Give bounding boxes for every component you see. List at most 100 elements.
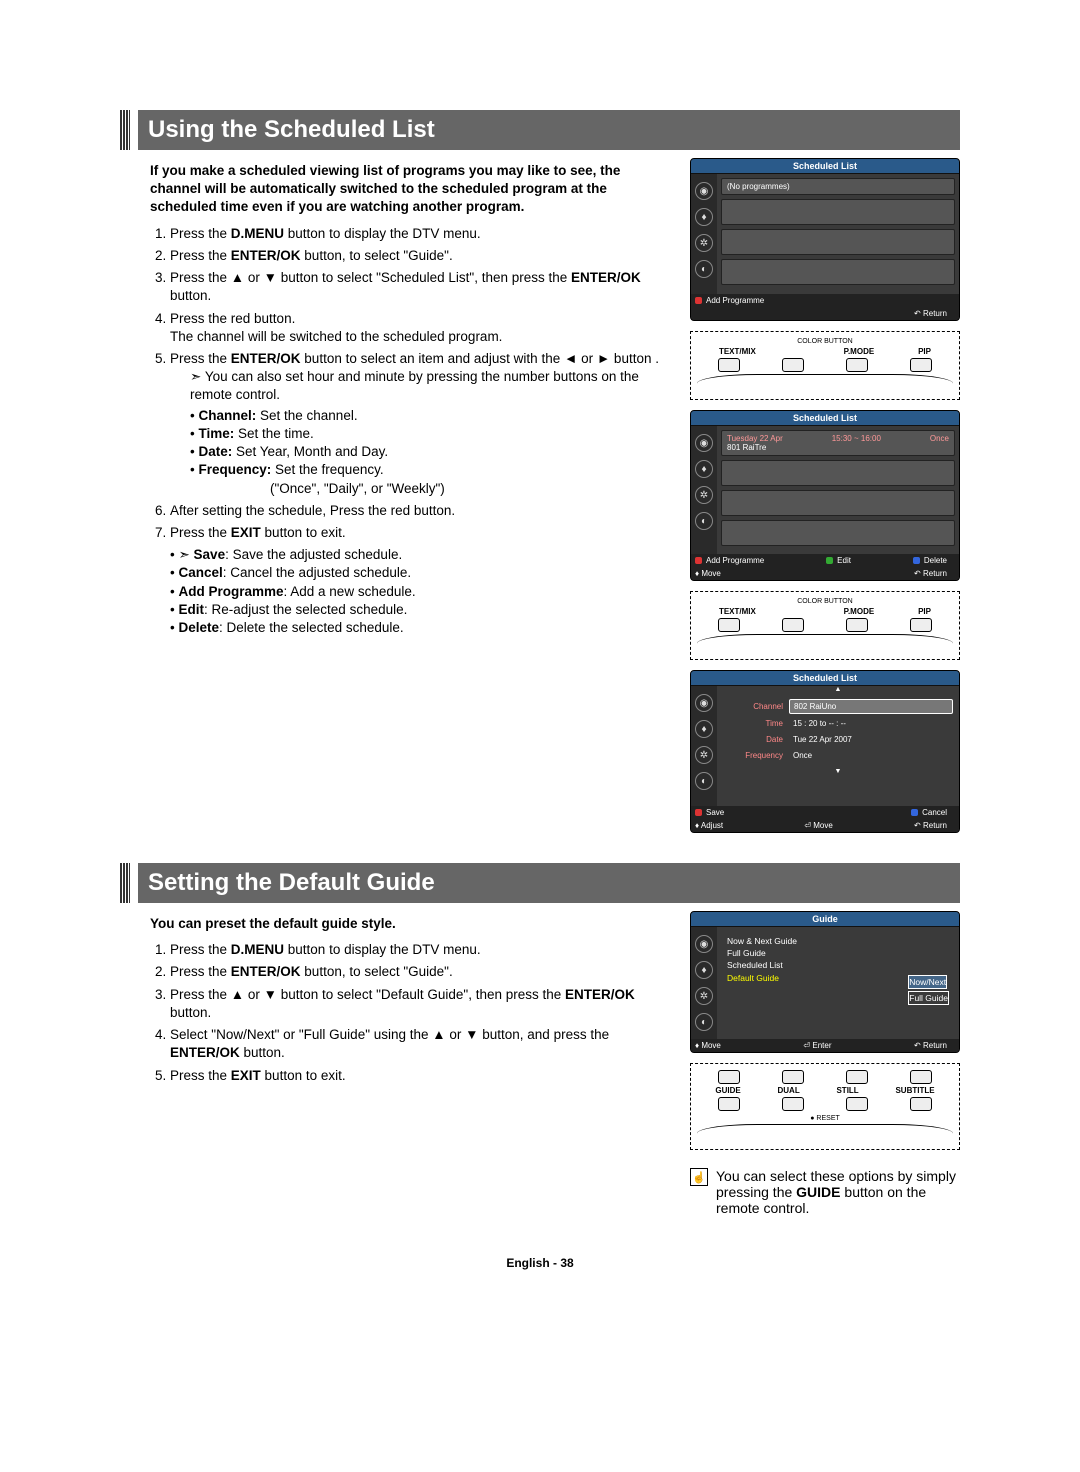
time-value: 15 : 20 to -- : -- bbox=[789, 717, 953, 730]
return-hint: ↶ Return bbox=[914, 1041, 951, 1050]
empty-row bbox=[721, 259, 955, 285]
language-icon: ◐ bbox=[695, 1013, 713, 1031]
section-title-default-guide: Setting the Default Guide bbox=[138, 863, 960, 903]
step-7: Press the EXIT button to exit. bbox=[170, 524, 670, 542]
option-edit: Edit: Re-adjust the selected schedule. bbox=[170, 601, 670, 619]
button-name: EXIT bbox=[231, 525, 261, 540]
date-label: Date bbox=[723, 735, 783, 744]
section-title-scheduled-list: Using the Scheduled List bbox=[138, 110, 960, 150]
hand-icon: ☝ bbox=[690, 1168, 708, 1186]
empty-row bbox=[721, 199, 955, 225]
section1-intro: If you make a scheduled viewing list of … bbox=[150, 162, 670, 217]
frequency-label: Frequency bbox=[723, 751, 783, 760]
osd-scheduled-list-entry: Scheduled List ◉ ♦ ✲ ◐ Tuesday 22 Apr 15… bbox=[690, 410, 960, 581]
guide-option-full-guide: Full Guide bbox=[908, 991, 949, 1005]
settings-icon: ✲ bbox=[695, 234, 713, 252]
text: The channel will be switched to the sche… bbox=[170, 329, 502, 344]
step-2: Press the ENTER/OK button, to select "Gu… bbox=[170, 247, 670, 265]
button-name: D.MENU bbox=[231, 226, 284, 241]
osd-header: Scheduled List bbox=[691, 159, 959, 174]
add-hint: Add Programme bbox=[695, 556, 768, 565]
text: Press the red button. bbox=[170, 311, 295, 326]
osd-scheduled-list-empty: Scheduled List ◉ ♦ ✲ ◐ (No programmes) bbox=[690, 158, 960, 321]
text: Press the bbox=[170, 248, 231, 263]
programme-row: Tuesday 22 Apr 15:30 ~ 16:00 Once 801 Ra… bbox=[721, 430, 955, 456]
button-name: ENTER/OK bbox=[231, 351, 301, 366]
osd-guide-menu: Guide ◉ ♦ ✲ ◐ Now & Next Guide Full Guid… bbox=[690, 911, 960, 1053]
frequency-value: Once bbox=[789, 749, 953, 762]
channel-value: 802 RaiUno bbox=[789, 699, 953, 714]
option-channel: Channel: Set the channel. bbox=[190, 407, 670, 425]
guide-icon: ◉ bbox=[695, 694, 713, 712]
return-hint: ↶ Return bbox=[914, 821, 951, 830]
date-value: Tue 22 Apr 2007 bbox=[789, 733, 953, 746]
step-4: Select "Now/Next" or "Full Guide" using … bbox=[170, 1026, 670, 1062]
channel-icon: ♦ bbox=[695, 720, 713, 738]
step-5: Press the EXIT button to exit. bbox=[170, 1067, 670, 1085]
text: button to select an item and adjust with… bbox=[301, 351, 659, 366]
cancel-hint: Cancel bbox=[911, 808, 951, 817]
text: Press the bbox=[170, 525, 231, 540]
guide-option-now-next: Now/Next bbox=[908, 975, 947, 989]
edit-hint: Edit bbox=[826, 556, 855, 565]
remote-color-button-diagram: COLOR BUTTON TEXT/MIXP.MODEPIP bbox=[690, 331, 960, 400]
save-hint: Save bbox=[695, 808, 728, 817]
remote-color-button-diagram: COLOR BUTTON TEXT/MIXP.MODEPIP bbox=[690, 591, 960, 660]
remote-guide-diagram: GUIDEDUALSTILLSUBTITLE ● RESET bbox=[690, 1063, 960, 1150]
section-divider bbox=[120, 110, 130, 150]
empty-row bbox=[721, 460, 955, 486]
enter-hint: ⏎ Enter bbox=[803, 1041, 835, 1050]
osd-header: Guide bbox=[691, 912, 959, 927]
guide-icon: ◉ bbox=[695, 434, 713, 452]
empty-row bbox=[721, 520, 955, 546]
option-frequency: Frequency: Set the frequency. ("Once", "… bbox=[190, 461, 670, 497]
language-icon: ◐ bbox=[695, 512, 713, 530]
guide-item: Now & Next Guide bbox=[727, 935, 949, 947]
settings-icon: ✲ bbox=[695, 746, 713, 764]
note: You can also set hour and minute by pres… bbox=[190, 368, 670, 404]
option-time: Time: Set the time. bbox=[190, 425, 670, 443]
text: button, to select "Guide". bbox=[301, 248, 453, 263]
add-programme-hint: Add Programme bbox=[695, 296, 768, 305]
text: button to display the DTV menu. bbox=[284, 226, 481, 241]
move-hint: ♦ Move bbox=[695, 569, 725, 578]
section2-intro: You can preset the default guide style. bbox=[150, 915, 670, 933]
empty-row bbox=[721, 229, 955, 255]
guide-item-selected: Default Guide bbox=[727, 972, 779, 984]
osd-scheduled-list-edit: Scheduled List ◉ ♦ ✲ ◐ ▲ Channel 802 Rai… bbox=[690, 670, 960, 833]
text: Press the bbox=[170, 351, 231, 366]
move-hint: ♦ Move bbox=[695, 1041, 725, 1050]
return-hint: ↶ Return bbox=[914, 569, 951, 578]
option-date: Date: Set Year, Month and Day. bbox=[190, 443, 670, 461]
move-hint: ⏎ Move bbox=[804, 821, 837, 830]
guide-item: Full Guide bbox=[727, 947, 949, 959]
guide-icon: ◉ bbox=[695, 182, 713, 200]
step-3: Press the ▲ or ▼ button to select "Sched… bbox=[170, 269, 670, 305]
settings-icon: ✲ bbox=[695, 486, 713, 504]
guide-tip: ☝ You can select these options by simply… bbox=[690, 1168, 960, 1216]
step-6: After setting the schedule, Press the re… bbox=[170, 502, 670, 520]
button-name: ENTER/OK bbox=[571, 270, 641, 285]
page-footer: English - 38 bbox=[120, 1256, 960, 1270]
text: Press the ▲ or ▼ button to select "Sched… bbox=[170, 270, 571, 285]
text: button. bbox=[170, 288, 211, 303]
adjust-hint: ♦ Adjust bbox=[695, 821, 727, 830]
step-2: Press the ENTER/OK button, to select "Gu… bbox=[170, 963, 670, 981]
step-4: Press the red button. The channel will b… bbox=[170, 310, 670, 346]
guide-icon: ◉ bbox=[695, 935, 713, 953]
option-cancel: Cancel: Cancel the adjusted schedule. bbox=[170, 564, 670, 582]
step-5: Press the ENTER/OK button to select an i… bbox=[170, 350, 670, 498]
channel-icon: ♦ bbox=[695, 208, 713, 226]
section-divider bbox=[120, 863, 130, 903]
empty-row bbox=[721, 490, 955, 516]
settings-icon: ✲ bbox=[695, 987, 713, 1005]
time-label: Time bbox=[723, 719, 783, 728]
osd-header: Scheduled List bbox=[691, 671, 959, 686]
no-programmes-row: (No programmes) bbox=[721, 178, 955, 195]
option-add-programme: Add Programme: Add a new schedule. bbox=[170, 583, 670, 601]
language-icon: ◐ bbox=[695, 260, 713, 278]
channel-icon: ♦ bbox=[695, 961, 713, 979]
language-icon: ◐ bbox=[695, 772, 713, 790]
option-save: ➣ Save: Save the adjusted schedule. bbox=[170, 546, 670, 564]
option-delete: Delete: Delete the selected schedule. bbox=[170, 619, 670, 637]
